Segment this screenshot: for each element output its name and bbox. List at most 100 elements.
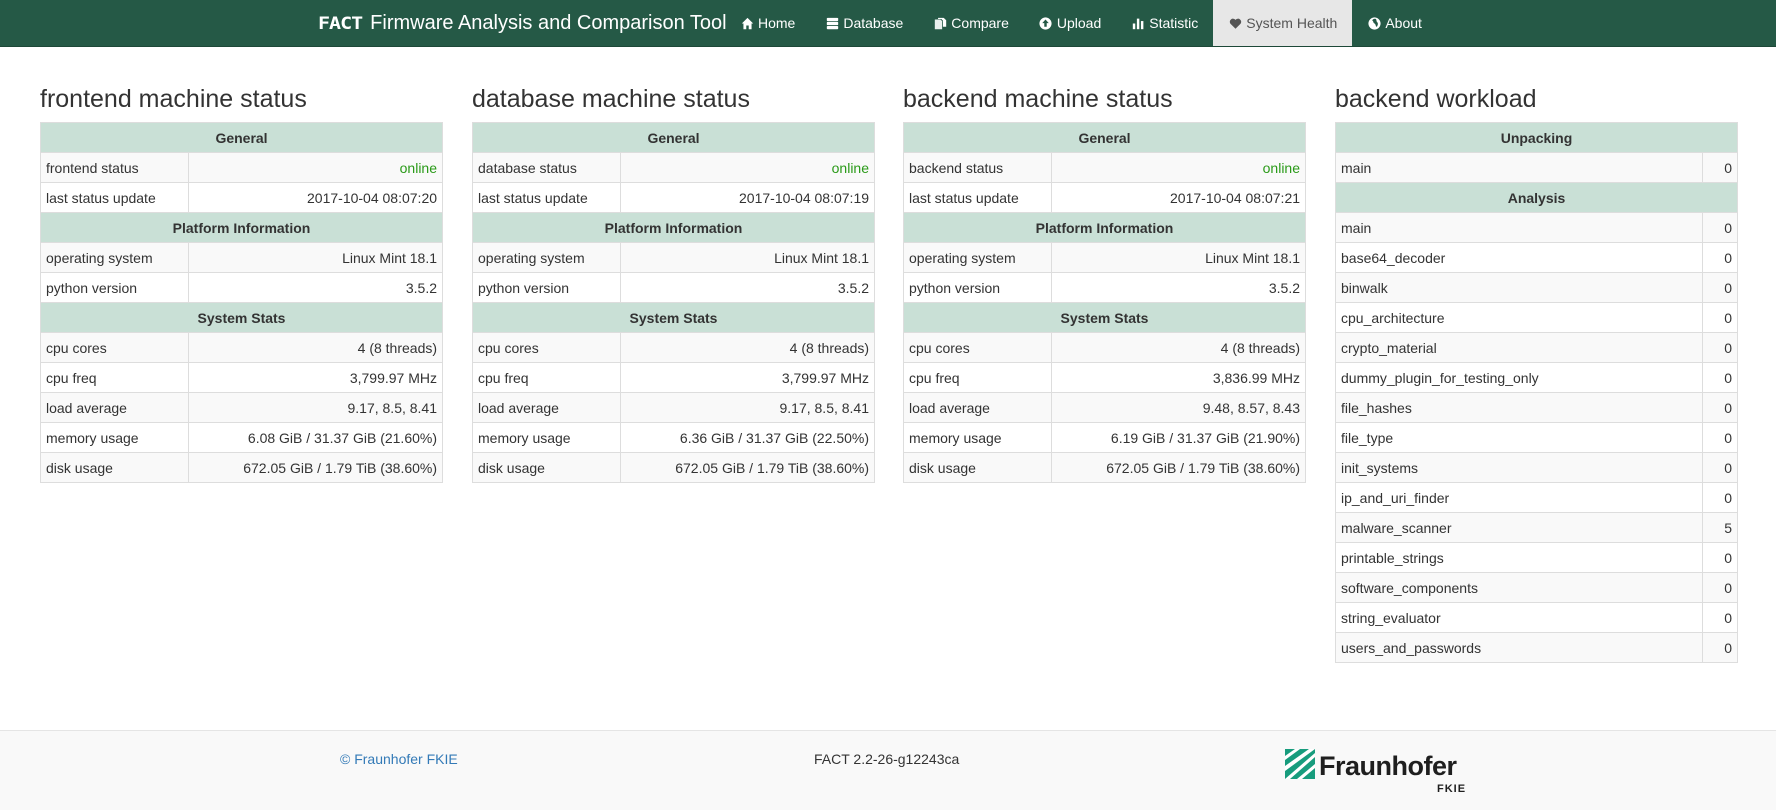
frontend-status-table: General frontend status online last statu… [39, 122, 444, 483]
row-label: cpu freq [903, 362, 1052, 393]
workload-row: printable_strings 0 [1335, 542, 1739, 573]
plugin-name: main [1335, 212, 1703, 243]
plugin-queue-count: 0 [1701, 392, 1739, 423]
row-value: 2017-10-04 08:07:20 [187, 182, 444, 213]
row-label: disk usage [40, 452, 189, 483]
row-label: python version [472, 272, 621, 303]
nav-statistic[interactable]: Statistic [1116, 0, 1213, 46]
frontend-status-panel: frontend machine status General frontend… [39, 82, 444, 483]
row-label: last status update [903, 182, 1052, 213]
row-label: operating system [903, 242, 1052, 273]
nav-home-label: Home [758, 15, 796, 31]
panel-title: database machine status [472, 85, 750, 113]
plugin-name: main [1335, 152, 1703, 183]
plugin-queue-count: 0 [1701, 572, 1739, 603]
plugin-name: software_components [1335, 572, 1703, 603]
brand[interactable]: FACT Firmware Analysis and Comparison To… [318, 0, 727, 46]
bar-chart-icon [1131, 16, 1145, 30]
plugin-queue-count: 5 [1701, 512, 1739, 543]
nav-compare-label: Compare [951, 15, 1009, 31]
top-navbar: FACT Firmware Analysis and Comparison To… [0, 0, 1776, 47]
row-label: operating system [40, 242, 189, 273]
nav-database[interactable]: Database [810, 0, 918, 46]
row-label: cpu freq [472, 362, 621, 393]
nav-system-health[interactable]: System Health [1213, 0, 1353, 46]
row-label: disk usage [472, 452, 621, 483]
workload-row: software_components 0 [1335, 572, 1739, 603]
database-icon [825, 16, 839, 30]
row-value: 3.5.2 [187, 272, 444, 303]
plugin-queue-count: 0 [1701, 452, 1739, 483]
section-header: Platform Information [902, 212, 1307, 243]
nav-about-label: About [1385, 15, 1422, 31]
row-value: 4 (8 threads) [187, 332, 444, 363]
workload-row: main 0 [1335, 212, 1739, 243]
section-header: Platform Information [39, 212, 444, 243]
row-value: 4 (8 threads) [619, 332, 876, 363]
version-label: FACT 2.2-26-g12243ca [814, 751, 960, 767]
row-value: 6.36 GiB / 31.37 GiB (22.50%) [619, 422, 876, 453]
backend-status-table: General backend status online last status… [902, 122, 1307, 483]
workload-row: init_systems 0 [1335, 452, 1739, 483]
home-icon [740, 16, 754, 30]
workload-row: ip_and_uri_finder 0 [1335, 482, 1739, 513]
row-value: Linux Mint 18.1 [1050, 242, 1307, 273]
footer: © Fraunhofer FKIE FACT 2.2-26-g12243ca F… [0, 731, 1776, 810]
plugin-queue-count: 0 [1701, 152, 1739, 183]
plugin-name: crypto_material [1335, 332, 1703, 363]
plugin-name: binwalk [1335, 272, 1703, 303]
copyright-link[interactable]: © Fraunhofer FKIE [340, 751, 458, 767]
fact-logo: FACT [318, 12, 363, 34]
row-label: cpu cores [472, 332, 621, 363]
row-label: cpu freq [40, 362, 189, 393]
workload-row: base64_decoder 0 [1335, 242, 1739, 273]
database-status-panel: database machine status General database… [471, 82, 876, 483]
row-value: 3,836.99 MHz [1050, 362, 1307, 393]
plugin-queue-count: 0 [1701, 632, 1739, 663]
section-header: Analysis [1334, 182, 1739, 213]
plugin-name: dummy_plugin_for_testing_only [1335, 362, 1703, 393]
row-value: Linux Mint 18.1 [619, 242, 876, 273]
workload-row: string_evaluator 0 [1335, 602, 1739, 633]
row-label: last status update [472, 182, 621, 213]
nav-database-label: Database [843, 15, 904, 31]
workload-row: file_hashes 0 [1335, 392, 1739, 423]
row-label: python version [903, 272, 1052, 303]
nav-compare[interactable]: Compare [918, 0, 1024, 46]
section-header: System Stats [902, 302, 1307, 333]
plugin-name: string_evaluator [1335, 602, 1703, 633]
section-header: System Stats [39, 302, 444, 333]
row-label: memory usage [472, 422, 621, 453]
row-value: 4 (8 threads) [1050, 332, 1307, 363]
nav-statistic-label: Statistic [1149, 15, 1199, 31]
row-value: 3.5.2 [1050, 272, 1307, 303]
row-label: load average [903, 392, 1052, 423]
workload-row: cpu_architecture 0 [1335, 302, 1739, 333]
panel-title: backend workload [1335, 85, 1537, 113]
workload-row: dummy_plugin_for_testing_only 0 [1335, 362, 1739, 393]
row-value: 672.05 GiB / 1.79 TiB (38.60%) [1050, 452, 1307, 483]
row-value: 6.08 GiB / 31.37 GiB (21.60%) [187, 422, 444, 453]
plugin-name: printable_strings [1335, 542, 1703, 573]
workload-row: users_and_passwords 0 [1335, 632, 1739, 663]
section-header: System Stats [471, 302, 876, 333]
nav-upload[interactable]: Upload [1024, 0, 1116, 46]
plugin-name: file_type [1335, 422, 1703, 453]
row-value: 2017-10-04 08:07:19 [619, 182, 876, 213]
row-label: memory usage [40, 422, 189, 453]
plugin-queue-count: 0 [1701, 332, 1739, 363]
backend-status-panel: backend machine status General backend s… [902, 82, 1307, 483]
section-header: General [902, 122, 1307, 153]
workload-row: binwalk 0 [1335, 272, 1739, 303]
nav-home[interactable]: Home [725, 0, 810, 46]
row-label: load average [40, 392, 189, 423]
fraunhofer-name: Fraunhofer [1319, 751, 1457, 781]
row-value: 9.48, 8.57, 8.43 [1050, 392, 1307, 423]
upload-icon [1039, 16, 1053, 30]
section-header: Platform Information [471, 212, 876, 243]
plugin-name: users_and_passwords [1335, 632, 1703, 663]
nav-about[interactable]: About [1352, 0, 1437, 46]
section-header: General [39, 122, 444, 153]
plugin-name: malware_scanner [1335, 512, 1703, 543]
plugin-queue-count: 0 [1701, 422, 1739, 453]
